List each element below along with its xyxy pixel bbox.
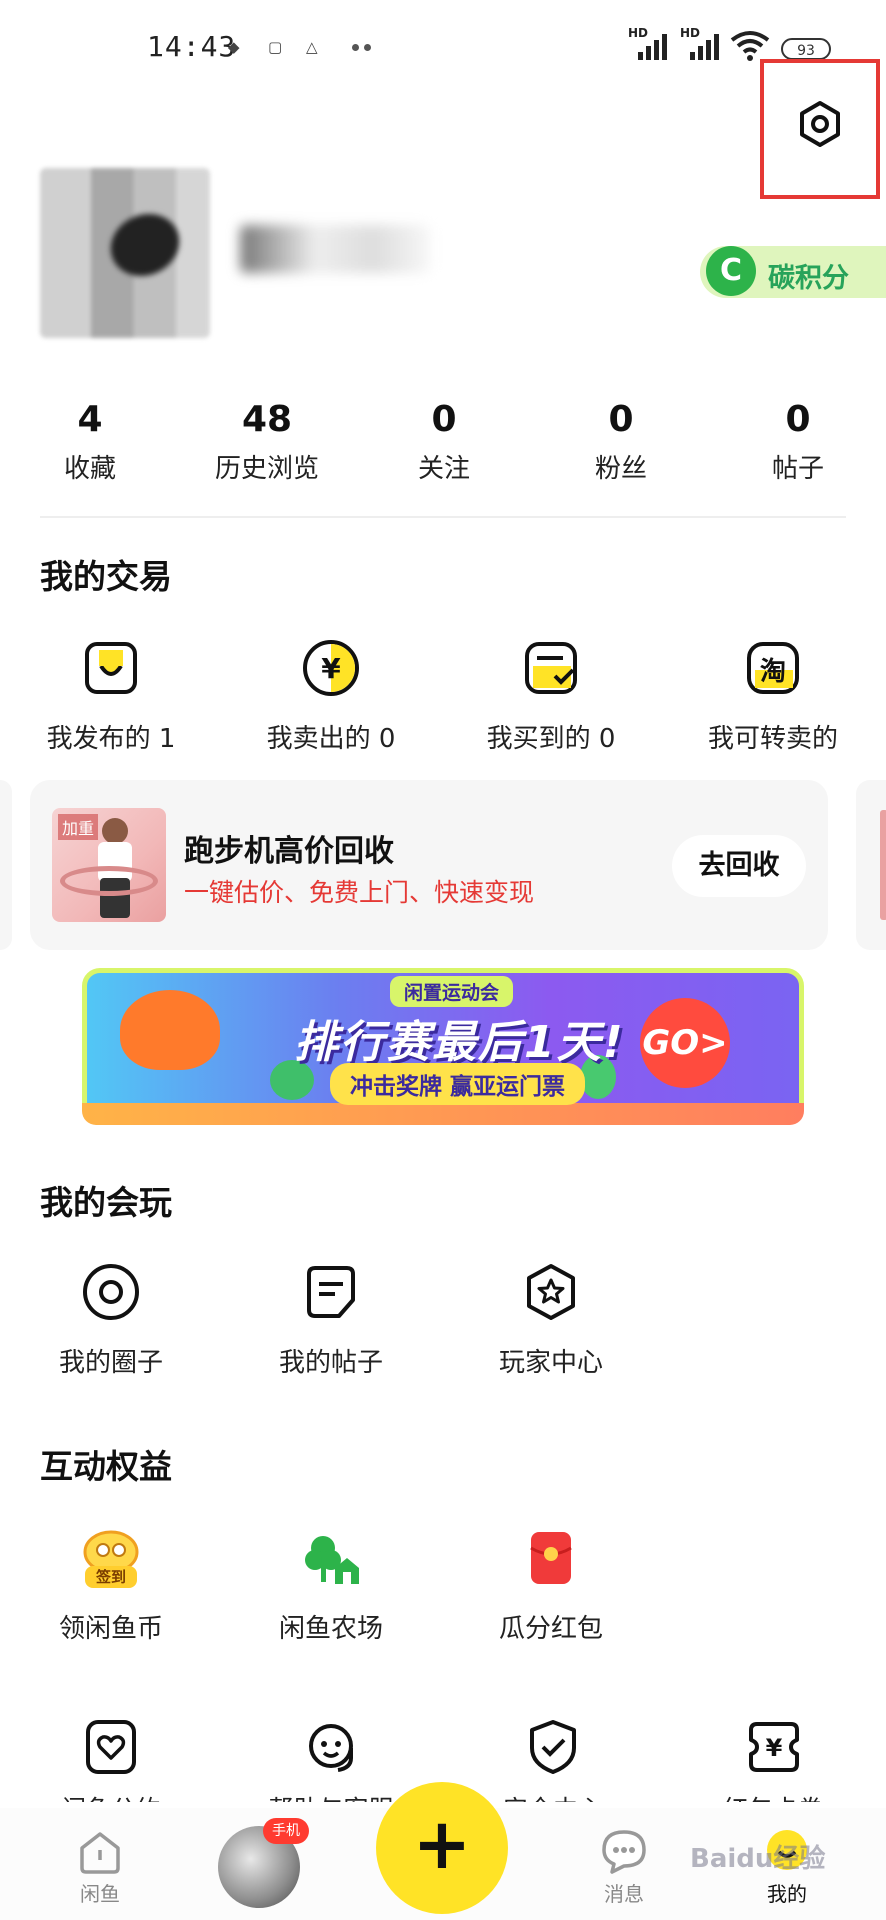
watermark: Baidu经验 [690, 1844, 826, 1874]
publish-plus-button[interactable]: + [376, 1782, 508, 1914]
play-item-label: 我的帖子 [278, 1348, 383, 1378]
stat-following[interactable]: 0 关注 [364, 398, 524, 485]
banner-headline: 排行赛最后1天! [294, 1017, 625, 1068]
recycle-title: 跑步机高价回收 [184, 834, 394, 869]
taobao-resell-icon: 淘 [741, 636, 805, 700]
notification-icon: △ [306, 38, 318, 56]
trade-item-sold[interactable]: ¥ 我卖出的 0 [226, 636, 436, 755]
play-item-circle[interactable]: 我的圈子 [6, 1260, 216, 1379]
play-item-label: 玩家中心 [498, 1348, 603, 1378]
home-icon [74, 1826, 126, 1878]
stat-label: 帖子 [771, 454, 824, 484]
svg-text:¥: ¥ [321, 652, 341, 685]
benefit-item-coins[interactable]: 签到 领闲鱼币 [6, 1526, 216, 1645]
section-title-play: 我的会玩 [40, 1183, 172, 1222]
recycle-button[interactable]: 去回收 [672, 835, 806, 897]
benefit-item-label: 闲鱼农场 [278, 1614, 383, 1644]
carousel-prev-card[interactable] [0, 780, 12, 950]
checkin-coin-icon: 签到 [79, 1526, 143, 1590]
benefit-item-red-packet[interactable]: 瓜分红包 [446, 1526, 656, 1645]
trade-item-label: 我发布的 1 [46, 724, 176, 754]
wifi-icon [730, 30, 770, 62]
trade-item-label: 我可转卖的 [707, 724, 838, 754]
trade-item-bought[interactable]: 我买到的 0 [446, 636, 656, 755]
carousel-next-card[interactable] [856, 780, 886, 950]
banner-strip [82, 1103, 804, 1125]
svg-text:淘: 淘 [760, 657, 786, 687]
trade-item-label: 我买到的 0 [486, 724, 616, 754]
signal-icon: HD [680, 26, 732, 62]
trade-item-label: 我卖出的 0 [266, 724, 396, 754]
tab-messages[interactable]: 消息 [564, 1826, 684, 1907]
bought-icon [519, 636, 583, 700]
stat-label: 历史浏览 [214, 454, 319, 484]
stat-label: 关注 [417, 454, 470, 484]
play-item-player-center[interactable]: 玩家中心 [446, 1260, 656, 1379]
shield-check-icon[interactable] [524, 1718, 582, 1776]
benefit-item-label: 瓜分红包 [498, 1614, 603, 1644]
tab-label: 闲鱼 [80, 1882, 120, 1906]
stat-value: 0 [785, 399, 811, 440]
more-dot-icon [364, 44, 371, 51]
section-title-trade: 我的交易 [40, 557, 172, 596]
checkin-badge: 签到 [85, 1566, 137, 1588]
stat-value: 0 [608, 399, 634, 440]
svg-text:¥: ¥ [766, 1734, 783, 1762]
stat-value: 4 [77, 399, 103, 440]
stat-value: 48 [241, 399, 293, 440]
treadmill-image: 加重 [52, 808, 166, 922]
shortcut-label: 闲鱼公约 [6, 1790, 216, 1802]
stat-label: 粉丝 [594, 454, 647, 484]
play-item-label: 我的圈子 [58, 1348, 163, 1378]
settings-hexagon-icon [800, 101, 840, 147]
carbon-points-label: 碳积分 [768, 263, 849, 294]
farm-icon [299, 1526, 363, 1590]
recycle-subtitle: 一键估价、免费上门、快速变现 [184, 878, 535, 907]
stat-label: 收藏 [63, 454, 116, 484]
status-time: 14:43 [147, 30, 237, 63]
stat-history[interactable]: 48 历史浏览 [187, 398, 347, 485]
tab-label: 消息 [604, 1882, 644, 1906]
benefit-item-label: 领闲鱼币 [58, 1614, 163, 1644]
red-packet-icon [519, 1526, 583, 1590]
chat-bubble-icon [598, 1826, 650, 1878]
coupon-icon[interactable]: ¥ [745, 1718, 803, 1776]
customer-service-icon[interactable] [302, 1718, 360, 1776]
stat-value: 0 [431, 399, 457, 440]
signal-icon: HD [628, 26, 680, 62]
stat-favorites[interactable]: 4 收藏 [10, 398, 170, 485]
tab-label: 我的 [767, 1882, 807, 1906]
notification-icon: ◆ [228, 38, 240, 56]
sold-icon: ¥ [299, 636, 363, 700]
banner-subtitle: 冲击奖牌 赢亚运门票 [330, 1063, 586, 1105]
play-item-posts[interactable]: 我的帖子 [226, 1260, 436, 1379]
banner-go-button[interactable]: GO> [640, 998, 730, 1088]
player-center-icon [519, 1260, 583, 1324]
settings-button[interactable] [796, 100, 844, 148]
crab-mascot-icon [120, 990, 220, 1070]
username-blurred [240, 225, 430, 273]
notification-icon: ▢ [268, 38, 283, 56]
status-bar: 14:43 ◆ ▢ △ HD HD 93 [0, 0, 886, 95]
trade-item-resell[interactable]: 淘 我可转卖的 [668, 636, 878, 755]
heart-doc-icon[interactable] [82, 1718, 140, 1776]
post-icon [299, 1260, 363, 1324]
banner-tag: 闲置运动会 [390, 976, 514, 1007]
image-tag: 加重 [58, 814, 99, 840]
divider [40, 516, 846, 518]
section-title-benefits: 互动权益 [40, 1447, 172, 1486]
published-icon [79, 636, 143, 700]
more-dot-icon [352, 44, 359, 51]
stat-fans[interactable]: 0 粉丝 [541, 398, 701, 485]
stat-posts[interactable]: 0 帖子 [718, 398, 878, 485]
carbon-c-icon: C [706, 246, 756, 296]
tab-home[interactable]: 闲鱼 [40, 1826, 160, 1907]
battery-indicator: 93 [781, 38, 831, 60]
trade-item-published[interactable]: 我发布的 1 [6, 636, 216, 755]
circle-icon [79, 1260, 143, 1324]
shortcut-label: 红包卡券 [668, 1790, 878, 1802]
tab-badge: 手机 [263, 1818, 309, 1844]
benefit-item-farm[interactable]: 闲鱼农场 [226, 1526, 436, 1645]
